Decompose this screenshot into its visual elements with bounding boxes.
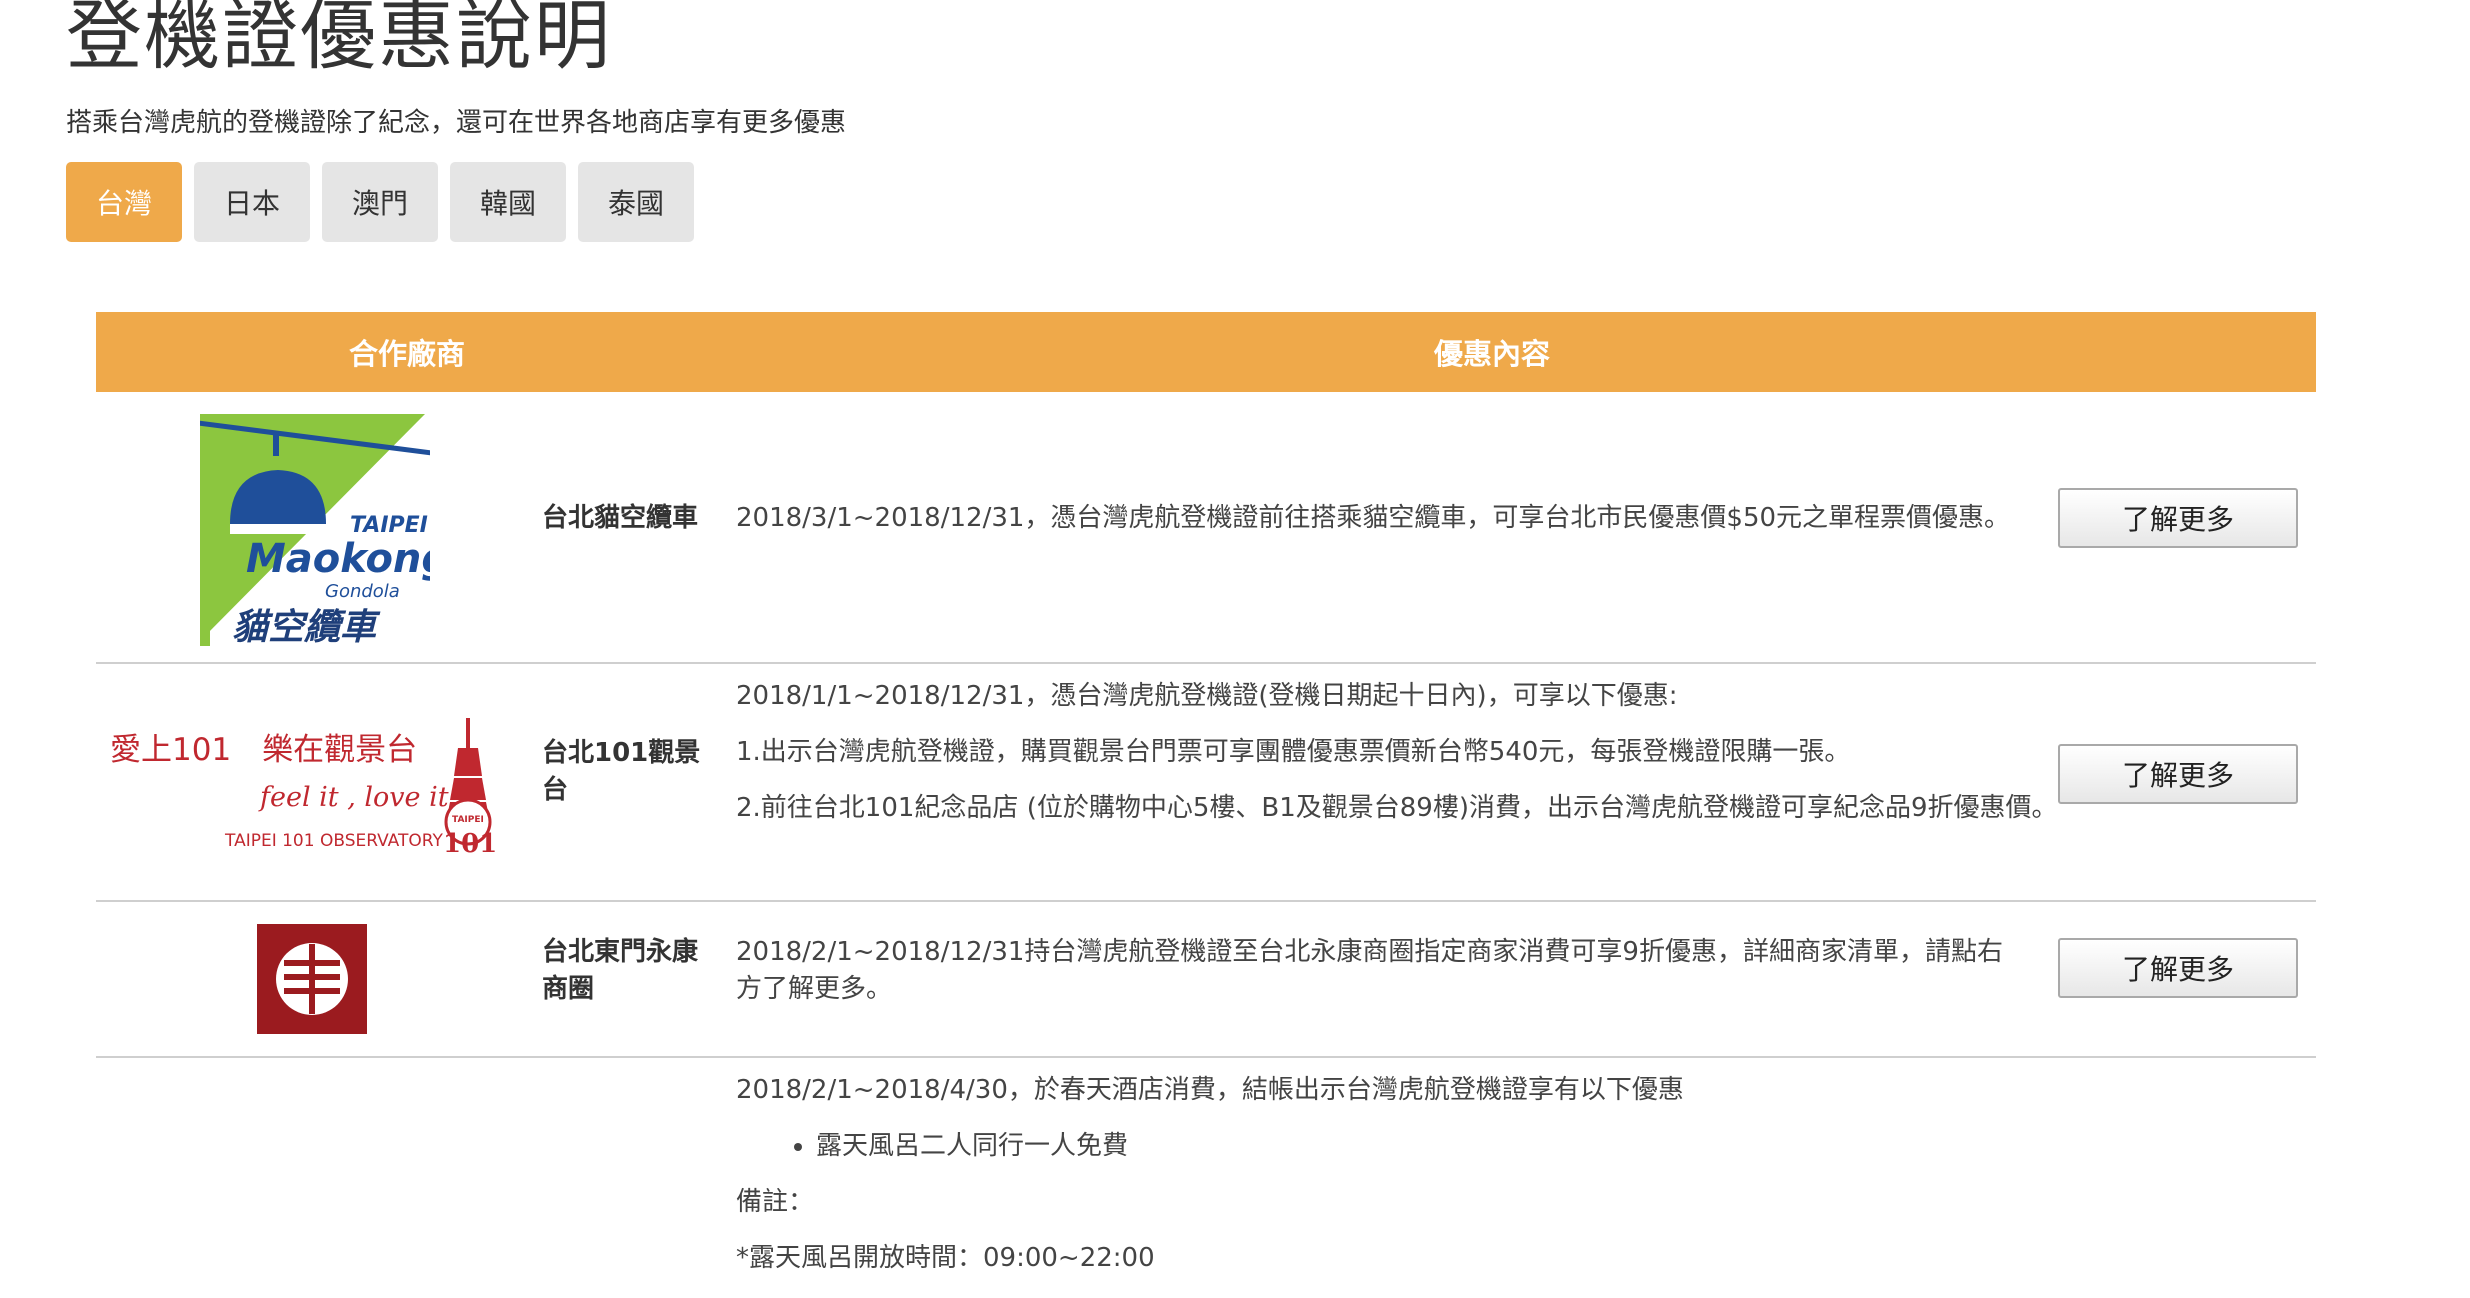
tab-macau[interactable]: 澳門 (322, 162, 438, 242)
svg-text:feel it , love it !: feel it , love it ! (258, 782, 468, 813)
header-partner: 合作廠商 (348, 337, 465, 371)
learn-more-button[interactable]: 了解更多 (2058, 488, 2298, 548)
offer-text: 1.出示台灣虎航登機證，購買觀景台門票可享團體優惠票價新台幣540元，每張登機證… (736, 737, 1851, 767)
tab-thailand[interactable]: 泰國 (578, 162, 694, 242)
tab-japan[interactable]: 日本 (194, 162, 310, 242)
list-item: 露天風呂二人同行一人免費 (816, 1128, 2106, 1165)
offers-table: 合作廠商 優惠內容 TAIPEI Maokong Gondola 貓空纜車 台北… (96, 312, 2316, 1298)
partner-name: 台北東門永康商圈 (542, 937, 699, 1004)
learn-more-button[interactable]: 了解更多 (2058, 744, 2298, 804)
note-text: *露天風呂開放時間：09:00~22:00 (736, 1243, 1155, 1273)
table-row: 愛上101 樂在觀景台 feel it , love it ! TAIPEI 1… (96, 664, 2316, 902)
table-row: 台北東門永康商圈 2018/2/1~2018/12/31持台灣虎航登機證至台北永… (96, 902, 2316, 1058)
taipei101-observatory-logo: 愛上101 樂在觀景台 feel it , love it ! TAIPEI 1… (110, 718, 497, 858)
offer-text: 2018/3/1~2018/12/31，憑台灣虎航登機證前往搭乘貓空纜車，可享台… (736, 503, 2011, 533)
header-offer: 優惠內容 (1433, 337, 1550, 371)
offer-description: 2018/3/1~2018/12/31，憑台灣虎航登機證前往搭乘貓空纜車，可享台… (736, 500, 2106, 556)
page-subtitle: 搭乘台灣虎航的登機證除了紀念，還可在世界各地商店享有更多優惠 (66, 108, 847, 138)
svg-text:貓空纜車: 貓空纜車 (232, 607, 381, 646)
table-header: 合作廠商 優惠內容 (96, 312, 2316, 392)
offer-description: 2018/2/1~2018/4/30，於春天酒店消費，結帳出示台灣虎航登機證享有… (736, 1072, 2106, 1296)
offer-text: 2018/2/1~2018/4/30，於春天酒店消費，結帳出示台灣虎航登機證享有… (736, 1075, 1684, 1105)
offer-text: 2018/2/1~2018/12/31持台灣虎航登機證至台北永康商圈指定商家消費… (736, 937, 2003, 1004)
table-row: TAIPEI Maokong Gondola 貓空纜車 台北貓空纜車 2018/… (96, 392, 2316, 664)
partner-name: 台北貓空纜車 (542, 503, 699, 533)
svg-text:TAIPEI: TAIPEI (452, 815, 484, 825)
page-title: 登機證優惠說明 (66, 0, 612, 80)
learn-more-button[interactable]: 了解更多 (2058, 938, 2298, 998)
svg-text:愛上101 樂在觀景台: 愛上101 樂在觀景台 (110, 732, 417, 768)
offer-description: 2018/2/1~2018/12/31持台灣虎航登機證至台北永康商圈指定商家消費… (736, 934, 2006, 1027)
svg-text:Gondola: Gondola (325, 581, 400, 602)
yongkang-district-logo (257, 924, 367, 1034)
partner-name: 台北101觀景台 (542, 738, 701, 805)
offer-text: 2018/1/1~2018/12/31，憑台灣虎航登機證(登機日期起十日內)，可… (736, 681, 1678, 711)
offer-text: 2.前往台北101紀念品店 (位於購物中心5樓、B1及觀景台89樓)消費，出示台… (736, 793, 2058, 823)
svg-text:TAIPEI 101 OBSERVATORY: TAIPEI 101 OBSERVATORY (224, 831, 443, 851)
tab-korea[interactable]: 韓國 (450, 162, 566, 242)
maokong-gondola-logo: TAIPEI Maokong Gondola 貓空纜車 (200, 414, 430, 646)
svg-text:TAIPEI: TAIPEI (350, 513, 428, 538)
offer-description: 2018/1/1~2018/12/31，憑台灣虎航登機證(登機日期起十日內)，可… (736, 678, 2106, 846)
svg-text:101: 101 (443, 829, 497, 858)
table-row: 2018/2/1~2018/4/30，於春天酒店消費，結帳出示台灣虎航登機證享有… (96, 1058, 2316, 1298)
note-label: 備註： (736, 1187, 815, 1217)
tab-taiwan[interactable]: 台灣 (66, 162, 182, 242)
offer-list: 露天風呂二人同行一人免費 (736, 1128, 2106, 1165)
country-tabs: 台灣 日本 澳門 韓國 泰國 (66, 162, 694, 242)
svg-text:Maokong: Maokong (246, 536, 430, 582)
